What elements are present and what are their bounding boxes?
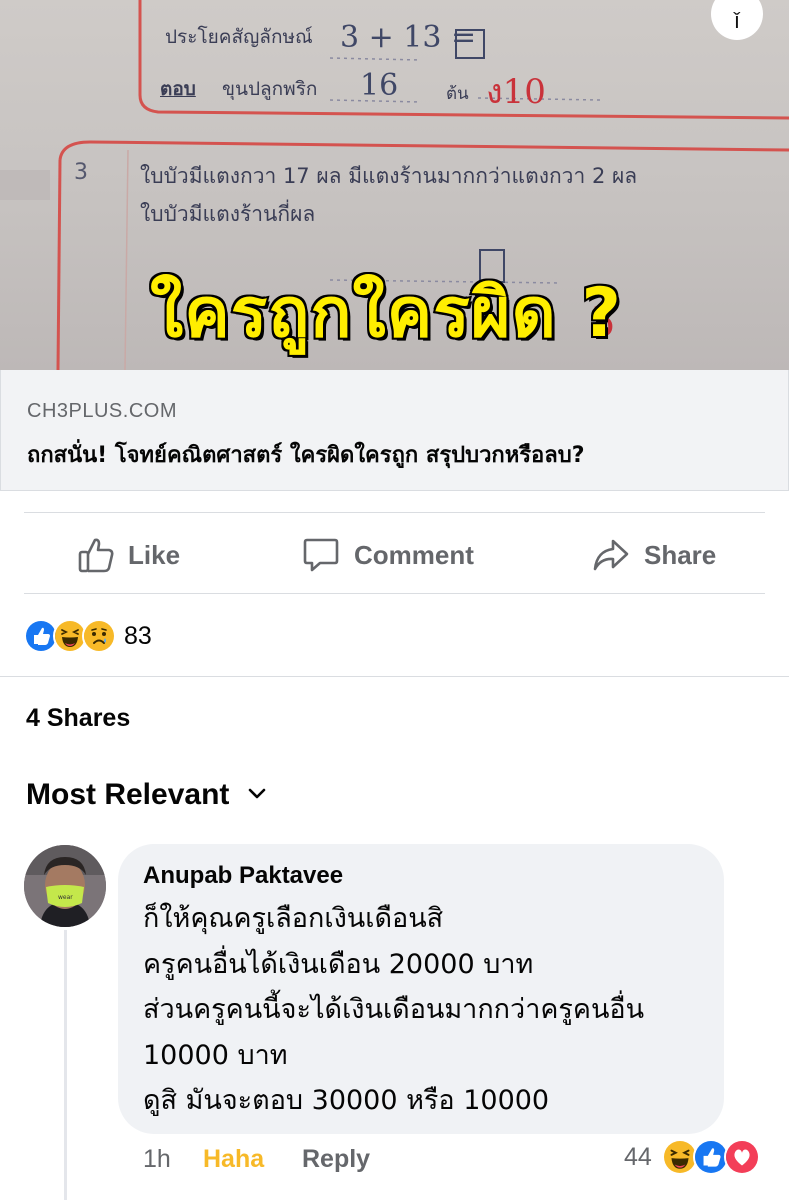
comment-reactions[interactable]: 44 (624, 1139, 760, 1175)
worksheet-question-line1: ใบบัวมีแตงกวา 17 ผล มีแตงร้านมากกว่าแตงก… (140, 164, 638, 188)
commenter-avatar[interactable]: wear (24, 845, 106, 927)
comment-thread-line (64, 930, 67, 1200)
reaction-summary[interactable]: 83 (24, 617, 152, 655)
like-label: Like (128, 539, 181, 570)
worksheet-red-mark: ง10 (486, 72, 546, 112)
love-reaction-icon (723, 1139, 760, 1175)
link-domain: CH3PLUS.COM (27, 400, 177, 422)
comment-line-2: ครูคนอื่นได้เงินเดือน 20000 บาท (143, 948, 534, 980)
comment-line-4: 10000 บาท (143, 1039, 288, 1071)
comment-outline-icon (302, 536, 340, 574)
share-label: Share (644, 539, 717, 570)
worksheet-label-sentence: ประโยคสัญลักษณ์ (165, 26, 313, 48)
divider-mid (24, 593, 765, 594)
worksheet-tree-unit: ต้น (446, 84, 469, 104)
comment-label: Comment (354, 539, 474, 570)
comment-line-5: ดูสิ มันจะตอบ 30000 หรือ 10000 (143, 1085, 550, 1116)
worksheet-question-number: 3 (74, 160, 88, 185)
worksheet-question-line2: ใบบัวมีแตงร้านกี่ผล (140, 202, 316, 226)
reaction-count: 83 (124, 621, 152, 650)
link-title: ถกสนั่น! โจทย์คณิตศาสตร์ ใครผิดใครถูก สร… (27, 443, 585, 468)
worksheet-hw-equation: 3 + 13 = (340, 20, 477, 55)
comment-button[interactable]: Comment (302, 530, 474, 580)
share-count[interactable]: 4 Shares (26, 704, 130, 733)
share-button[interactable]: Share (592, 530, 716, 580)
comment-bubble[interactable]: Anupab Paktavee ก็ให้คุณครูเลือกเงินเดือ… (118, 844, 724, 1134)
comment-timestamp[interactable]: 1h (143, 1145, 171, 1174)
chevron-down-icon (247, 786, 267, 805)
sad-reaction-icon (82, 619, 116, 653)
svg-text:wear: wear (58, 894, 73, 901)
worksheet-hw-answer: 16 (360, 68, 399, 103)
preview-overlay-text: ใครถูกใครผิด ? (148, 272, 623, 355)
comment-line-3: ส่วนครูคนนี้จะได้เงินเดือนมากกว่าครูคนอื… (143, 994, 645, 1025)
divider-reactions (0, 676, 789, 677)
comment-line-1: ก็ให้คุณครูเลือกเงินเดือนสิ (143, 903, 444, 934)
comment-reply-button[interactable]: Reply (302, 1145, 370, 1174)
comment-author[interactable]: Anupab Paktavee (143, 862, 700, 890)
worksheet-answer-text: ขุนปลูกพริก (222, 78, 318, 100)
comment-reaction-count: 44 (624, 1142, 652, 1171)
worksheet-label-answer: ตอบ (160, 78, 196, 100)
share-outline-icon (592, 537, 630, 573)
corner-glyph-icon: ǐ (734, 8, 740, 33)
link-preview-image[interactable]: ประโยคสัญลักษณ์ 3 + 13 = ตอบ ขุนปลูกพริก… (0, 0, 789, 370)
like-outline-icon (78, 536, 114, 574)
like-button[interactable]: Like (78, 530, 180, 580)
comment-haha-action[interactable]: Haha (203, 1145, 264, 1174)
sort-label: Most Relevant (26, 778, 230, 811)
divider-top (24, 512, 765, 513)
comment-sort-dropdown[interactable]: Most Relevant (26, 778, 267, 812)
link-meta[interactable]: CH3PLUS.COM ถกสนั่น! โจทย์คณิตศาสตร์ ใคร… (0, 370, 789, 491)
